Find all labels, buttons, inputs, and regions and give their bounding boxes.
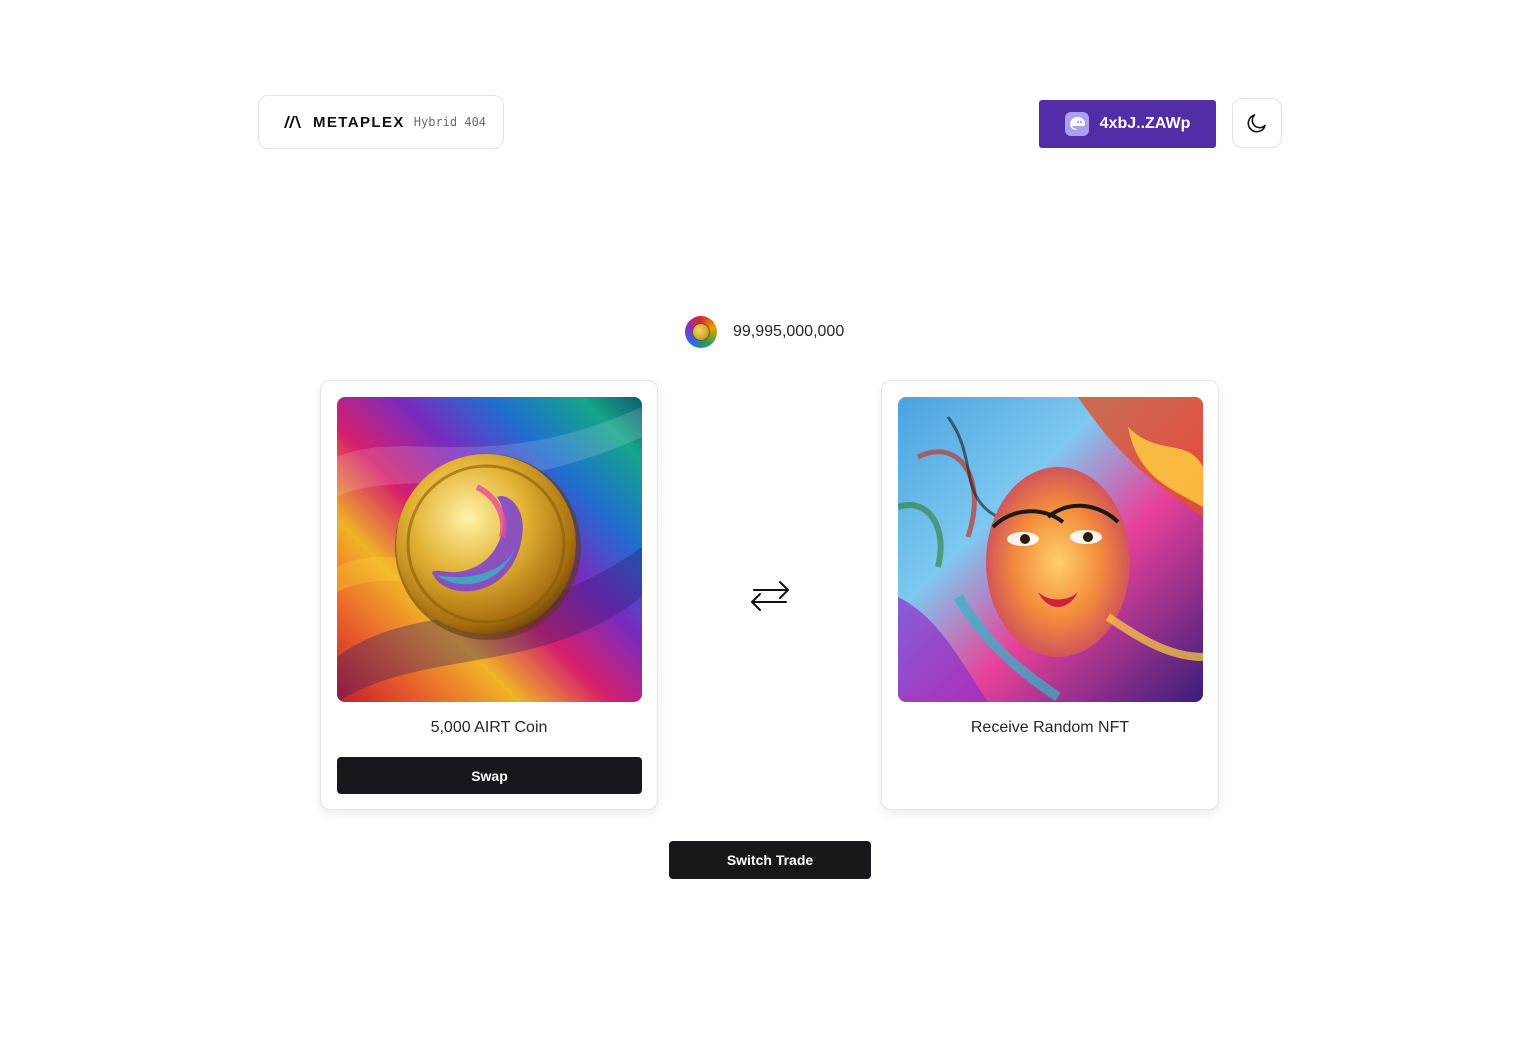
metaplex-logo-icon: [284, 116, 301, 128]
wallet-button[interactable]: 4xbJ..ZAWp: [1039, 100, 1216, 148]
coin-artwork-image: [337, 397, 642, 702]
swap-from-card: 5,000 AIRT Coin Swap: [320, 380, 658, 810]
swap-from-label: 5,000 AIRT Coin: [430, 719, 548, 736]
phantom-wallet-icon: [1064, 112, 1089, 136]
arrows-exchange-icon: [751, 581, 789, 611]
swap-to-label: Receive Random NFT: [970, 719, 1130, 736]
brand-subtitle: Hybrid 404: [413, 115, 487, 129]
brand-logo-box[interactable]: METAPLEX Hybrid 404: [258, 95, 504, 149]
moon-icon: [1247, 114, 1266, 133]
token-balance: 99,995,000,000: [685, 316, 844, 348]
nft-artwork-image: [898, 397, 1203, 702]
swap-to-card: Receive Random NFT: [881, 380, 1219, 810]
page: METAPLEX Hybrid 404 4xbJ..ZAWp 99,995,00…: [0, 0, 1538, 1038]
swap-button[interactable]: Swap: [337, 757, 642, 794]
switch-trade-button[interactable]: Switch Trade: [669, 841, 871, 879]
brand-name: METAPLEX: [313, 113, 405, 131]
wallet-address: 4xbJ..ZAWp: [1099, 115, 1191, 132]
coin-icon: [685, 316, 717, 348]
balance-amount: 99,995,000,000: [733, 323, 845, 340]
theme-toggle-button[interactable]: [1232, 98, 1282, 148]
